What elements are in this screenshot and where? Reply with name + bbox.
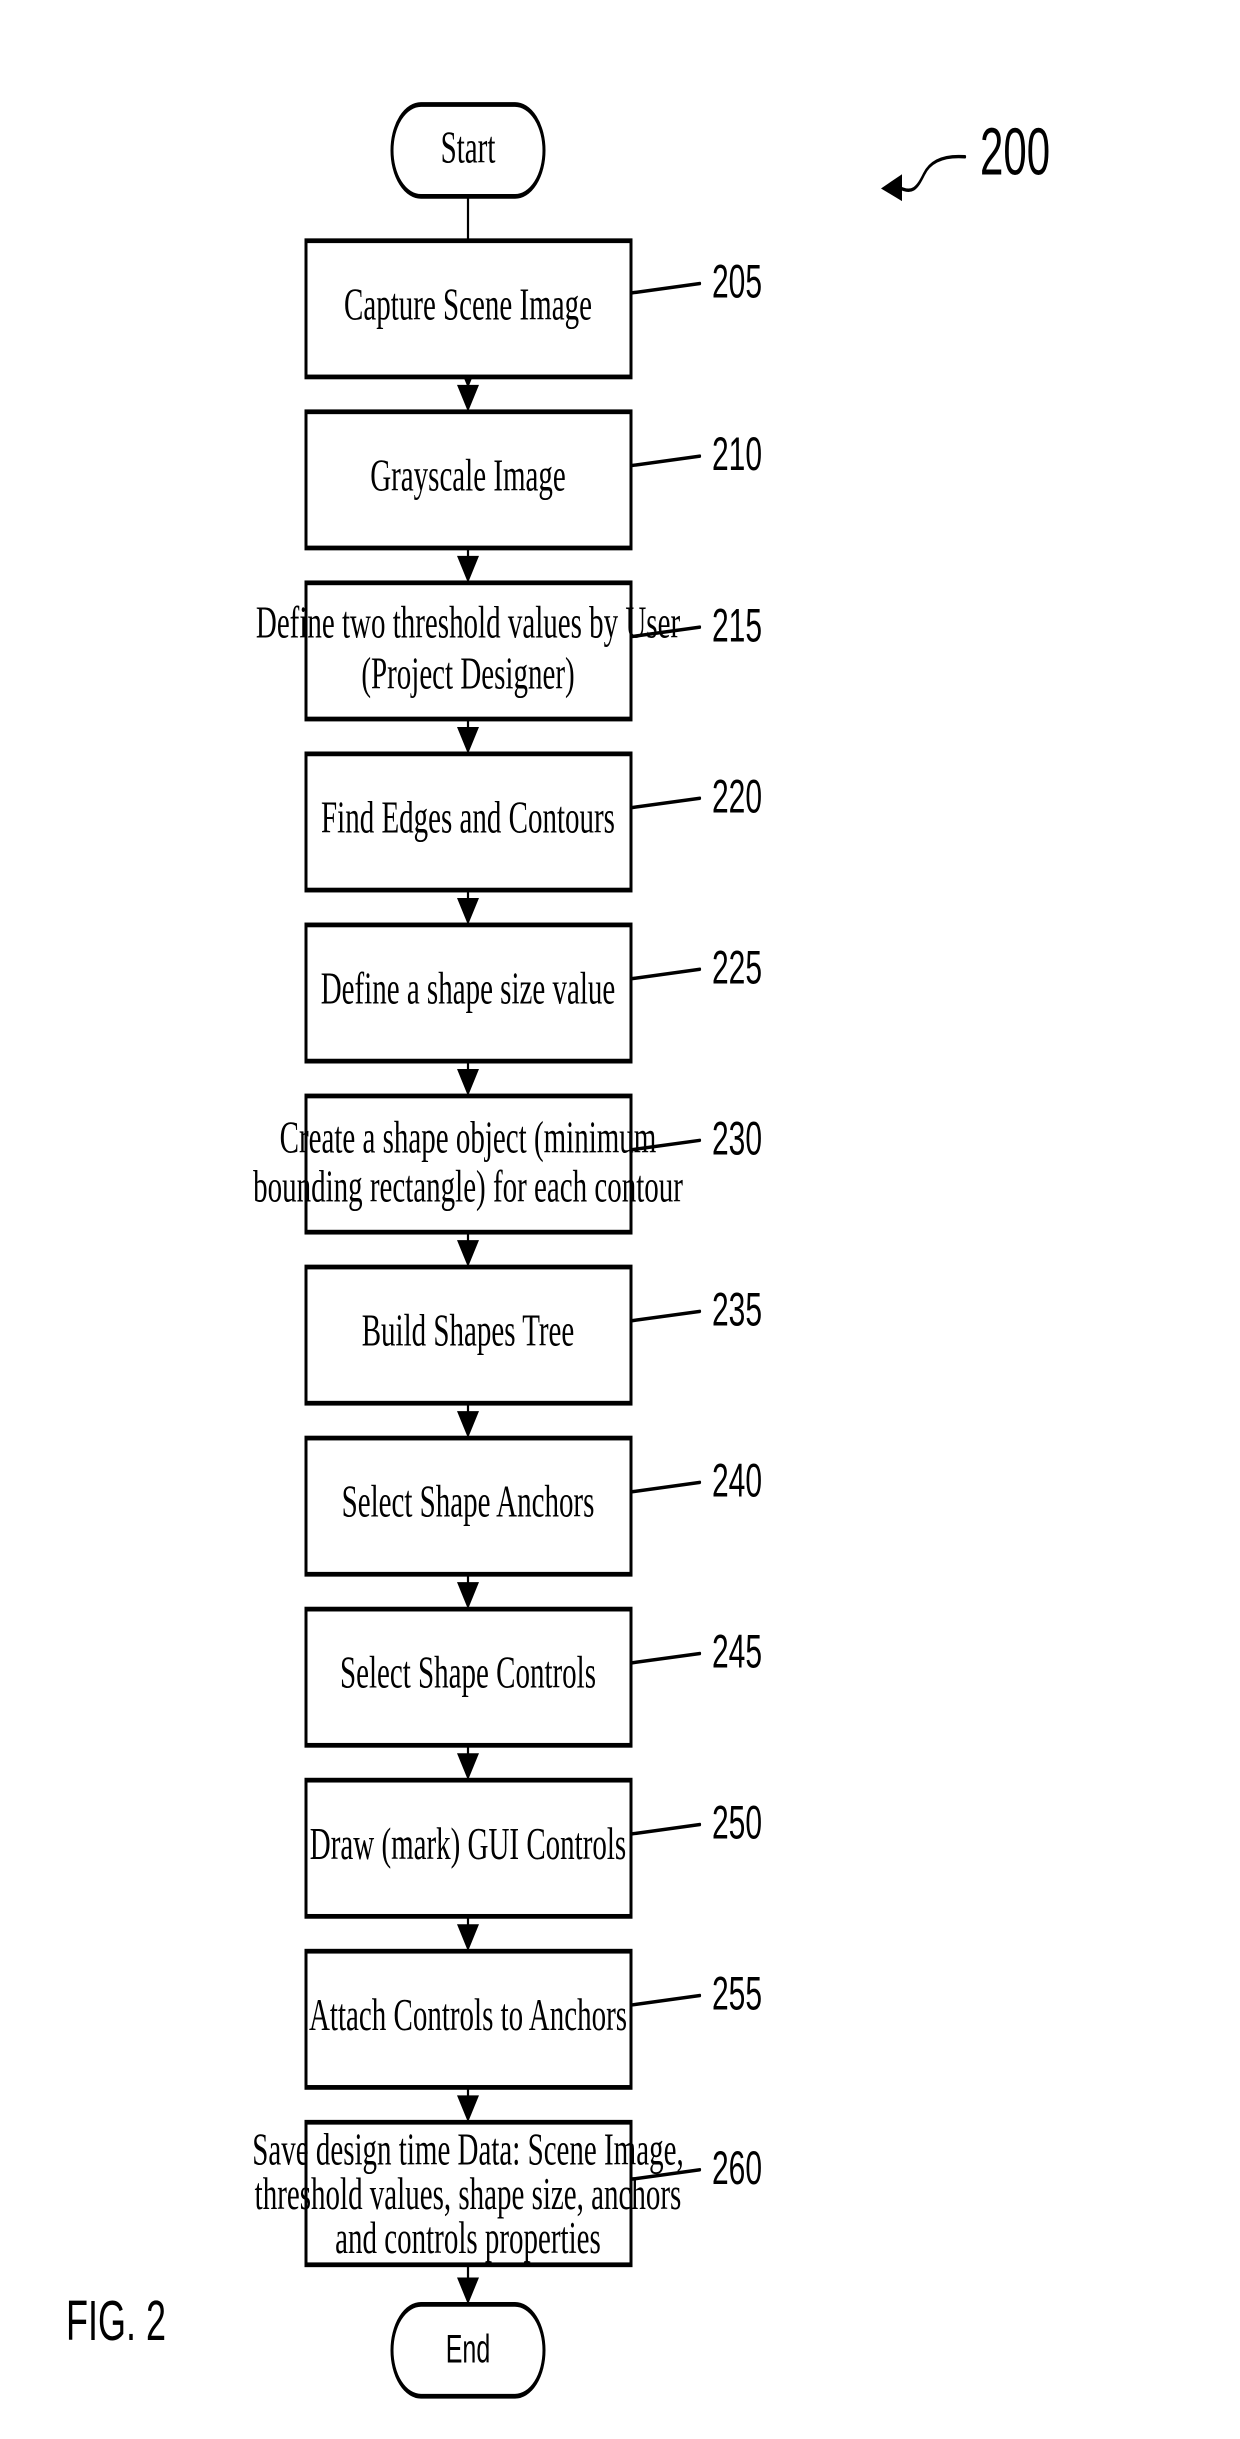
step-230-line-1: Create a shape object (minimum — [280, 1113, 657, 1163]
step-250-ref: 250 — [712, 1797, 762, 1850]
step-260-line-2: threshold values, shape size, anchors — [255, 2169, 682, 2219]
node-start[interactable]: Start — [390, 102, 546, 199]
step-215-line-1: Define two threshold values by User — [256, 598, 680, 648]
arrow-head — [457, 726, 479, 754]
step-255-line-1: Attach Controls to Anchors — [309, 1990, 627, 2040]
ref-callout-210: 210 — [629, 428, 762, 481]
step-205-ref: 205 — [712, 256, 762, 309]
step-230-ref: 230 — [712, 1113, 762, 1166]
step-230-line-2: bounding rectangle) for each contour — [253, 1162, 683, 1212]
ref-callout-225: 225 — [629, 942, 762, 995]
end-terminal-label: End — [446, 2328, 490, 2372]
step-box-215[interactable]: Define two threshold values by User (Pro… — [256, 580, 680, 722]
node-end[interactable]: End — [390, 2302, 546, 2399]
arrow-head — [457, 555, 479, 583]
step-box-235[interactable]: Build Shapes Tree — [304, 1264, 633, 1406]
ref-callout-255: 255 — [629, 1968, 762, 2021]
step-235-line-1: Build Shapes Tree — [362, 1306, 575, 1356]
step-240-line-1: Select Shape Anchors — [342, 1477, 595, 1527]
connector-205-to-210 — [457, 376, 479, 412]
step-260-line-3: and controls properties — [335, 2214, 601, 2264]
arrow-head — [457, 1582, 479, 1610]
ref-callout-235: 235 — [629, 1284, 762, 1337]
connector-215-to-220 — [457, 719, 479, 754]
connector-225-to-230 — [457, 1061, 479, 1096]
ref-callout-220: 220 — [629, 771, 762, 824]
step-245-ref: 245 — [712, 1626, 762, 1679]
arrow-head — [457, 2277, 479, 2305]
connector-245-to-250 — [457, 1745, 479, 1781]
step-255-ref: 255 — [712, 1968, 762, 2021]
ref-callout-240: 240 — [629, 1455, 762, 1508]
step-210-line-1: Grayscale Image — [370, 451, 566, 501]
figure-container: Start 200 Capture Scene Image 205 Graysc… — [0, 0, 1240, 2439]
ref-callout-205: 205 — [629, 256, 762, 309]
callout-arrow-head — [881, 174, 902, 202]
arrow-head — [457, 1069, 479, 1096]
step-box-230[interactable]: Create a shape object (minimum bounding … — [253, 1093, 683, 1235]
step-box-250[interactable]: Draw (mark) GUI Controls — [304, 1777, 633, 1919]
connector-255-to-260 — [457, 2087, 479, 2123]
step-220-ref: 220 — [712, 771, 762, 824]
step-box-255[interactable]: Attach Controls to Anchors — [304, 1948, 633, 2090]
arrow-head — [457, 1411, 479, 1439]
connector-240-to-245 — [457, 1574, 479, 1610]
figure-caption: FIG. 2 — [66, 2290, 166, 2353]
figure-callout-number: 200 — [980, 115, 1050, 189]
connector-260-to-end — [457, 2264, 479, 2305]
step-box-260[interactable]: Save design time Data: Scene Image, thre… — [252, 2119, 684, 2268]
step-215-ref: 215 — [712, 599, 762, 652]
step-box-240[interactable]: Select Shape Anchors — [304, 1435, 633, 1577]
flowchart-diagram: Start 200 Capture Scene Image 205 Graysc… — [66, 102, 1050, 2399]
step-220-line-1: Find Edges and Contours — [321, 793, 615, 843]
arrow-head — [457, 1240, 479, 1268]
connector-220-to-225 — [457, 890, 479, 925]
step-225-line-1: Define a shape size value — [321, 964, 616, 1014]
arrow-head — [457, 897, 479, 925]
step-box-220[interactable]: Find Edges and Contours — [304, 751, 633, 893]
connector-235-to-240 — [457, 1403, 479, 1439]
step-250-line-1: Draw (mark) GUI Controls — [310, 1819, 626, 1869]
step-box-210[interactable]: Grayscale Image — [304, 409, 633, 551]
figure-callout-200: 200 — [881, 115, 1050, 202]
connector-210-to-215 — [457, 547, 479, 583]
step-box-225[interactable]: Define a shape size value — [304, 922, 633, 1064]
step-225-ref: 225 — [712, 942, 762, 995]
step-245-line-1: Select Shape Controls — [340, 1648, 596, 1698]
step-260-line-1: Save design time Data: Scene Image, — [252, 2125, 683, 2175]
step-215-line-2: (Project Designer) — [361, 649, 574, 699]
step-240-ref: 240 — [712, 1455, 762, 1508]
step-235-ref: 235 — [712, 1284, 762, 1337]
connector-230-to-235 — [457, 1232, 479, 1268]
connector-250-to-255 — [457, 1916, 479, 1952]
ref-callout-245: 245 — [629, 1626, 762, 1679]
arrow-head — [457, 2095, 479, 2123]
step-205-line-1: Capture Scene Image — [344, 280, 592, 330]
step-210-ref: 210 — [712, 428, 762, 481]
callout-leader-line — [896, 154, 967, 192]
start-terminal-label: Start — [441, 123, 496, 173]
arrow-head — [457, 1924, 479, 1952]
arrow-head — [457, 384, 479, 412]
step-box-245[interactable]: Select Shape Controls — [304, 1606, 633, 1748]
arrow-head — [457, 1753, 479, 1781]
step-260-ref: 260 — [712, 2142, 762, 2195]
step-box-205[interactable]: Capture Scene Image — [304, 238, 633, 380]
ref-callout-250: 250 — [629, 1797, 762, 1850]
